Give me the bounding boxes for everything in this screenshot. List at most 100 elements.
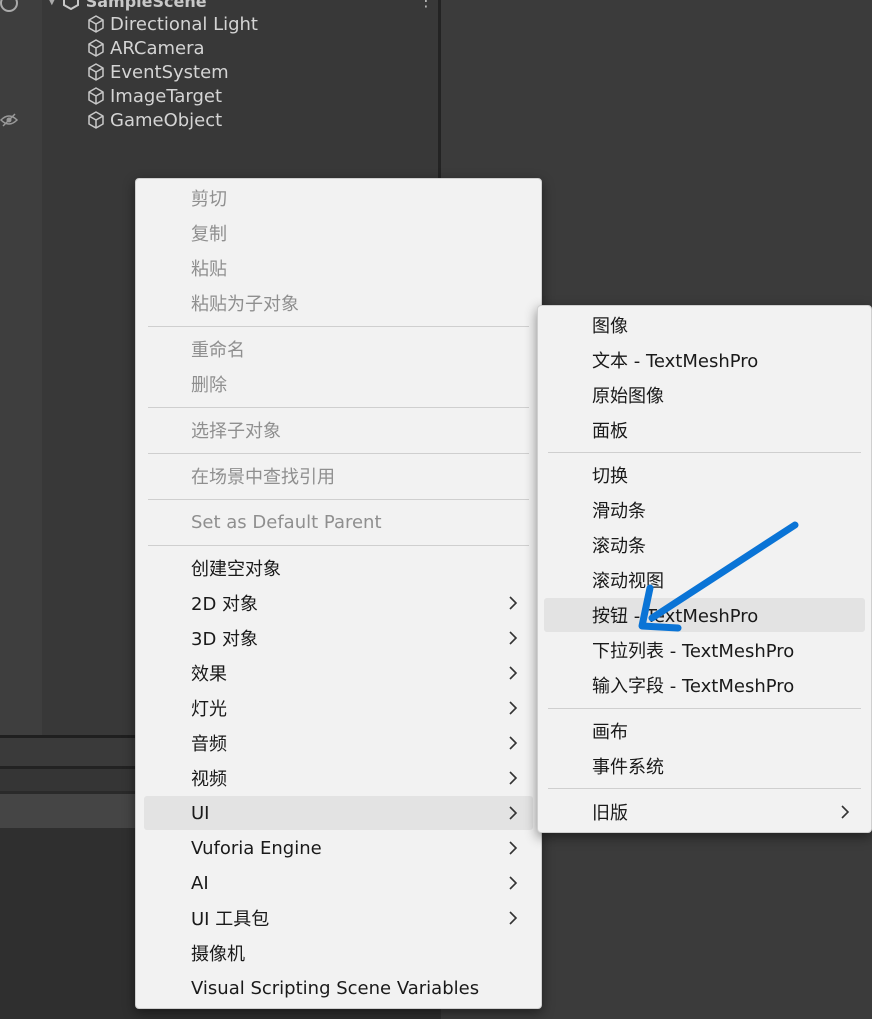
submenu-item-g2-3[interactable]: 滚动视图 xyxy=(544,563,865,597)
hierarchy-item[interactable]: ARCamera xyxy=(86,36,205,60)
submenu-item-g3-1[interactable]: 事件系统 xyxy=(544,749,865,783)
menu-item-label: 滚动条 xyxy=(592,536,646,557)
submenu-item-g1-2[interactable]: 原始图像 xyxy=(544,378,865,412)
menu-item-label: 画布 xyxy=(592,722,628,743)
menu-item-label: 3D 对象 xyxy=(191,629,259,650)
menu-item-label: AI xyxy=(191,872,209,894)
chevron-right-icon xyxy=(509,596,518,610)
menu-item-label: 切换 xyxy=(592,466,628,487)
menu-item-label: 面板 xyxy=(592,421,628,442)
submenu-item-g2-2[interactable]: 滚动条 xyxy=(544,528,865,562)
menu-item-label: 复制 xyxy=(191,224,227,245)
hierarchy-item[interactable]: Directional Light xyxy=(86,12,258,36)
menu-item-create-6[interactable]: 视频 xyxy=(144,761,533,795)
menu-item-create-ai[interactable]: AI xyxy=(144,866,533,900)
menu-item-g2-1: 删除 xyxy=(144,367,533,401)
chevron-right-icon xyxy=(509,666,518,680)
submenu-item-g2-0[interactable]: 切换 xyxy=(544,458,865,492)
menu-item-label: 图像 xyxy=(592,316,628,337)
menu-item-label: 灯光 xyxy=(191,699,227,720)
menu-separator xyxy=(548,708,861,709)
menu-item-1: 复制 xyxy=(144,216,533,250)
menu-item-create-3d[interactable]: 3D 对象 xyxy=(144,621,533,655)
menu-item-label: 原始图像 xyxy=(592,386,664,407)
collapse-triangle-icon[interactable]: ▼ xyxy=(48,0,56,7)
menu-item-create-ui[interactable]: UI 工具包 xyxy=(144,901,533,935)
menu-item-label: 效果 xyxy=(191,664,227,685)
menu-item-create-4[interactable]: 灯光 xyxy=(144,691,533,725)
submenu-item-legacy[interactable]: 旧版 xyxy=(544,795,865,829)
menu-item-label: 选择子对象 xyxy=(191,421,281,442)
scene-options-icon[interactable]: ⋮ xyxy=(418,0,434,9)
menu-item-create-2d[interactable]: 2D 对象 xyxy=(144,586,533,620)
gameobject-cube-icon xyxy=(88,87,104,105)
menu-separator xyxy=(548,452,861,453)
menu-item-label: UI 工具包 xyxy=(191,909,270,930)
menu-item-label: 2D 对象 xyxy=(191,594,259,615)
submenu-item-g2-4[interactable]: 按钮 - TextMeshPro xyxy=(544,598,865,632)
menu-item-g2-0: 重命名 xyxy=(144,332,533,366)
menu-item-label: 音频 xyxy=(191,734,227,755)
menu-separator xyxy=(548,788,861,789)
chevron-right-icon xyxy=(509,841,518,855)
menu-item-label: Set as Default Parent xyxy=(191,511,382,533)
chevron-right-icon xyxy=(509,911,518,925)
hidden-eye-icon[interactable] xyxy=(0,111,18,129)
menu-item-label: 剪切 xyxy=(191,189,227,210)
gameobject-cube-icon xyxy=(88,15,104,33)
submenu-item-g2-1[interactable]: 滑动条 xyxy=(544,493,865,527)
menu-item-select-children: 选择子对象 xyxy=(144,413,533,447)
chevron-right-icon xyxy=(509,806,518,820)
submenu-item-g2-5[interactable]: 下拉列表 - TextMeshPro xyxy=(544,633,865,667)
hierarchy-item[interactable]: ImageTarget xyxy=(86,84,222,108)
menu-item-label: UI xyxy=(191,802,210,824)
hierarchy-item-label: EventSystem xyxy=(110,61,229,83)
menu-item-label: 事件系统 xyxy=(592,757,664,778)
menu-item-label: 粘贴为子对象 xyxy=(191,294,299,315)
menu-item-label: 删除 xyxy=(191,375,227,396)
hierarchy-item-label: Directional Light xyxy=(110,13,258,35)
chevron-right-icon xyxy=(509,736,518,750)
gameobject-cube-icon xyxy=(88,39,104,57)
menu-item-label: 重命名 xyxy=(191,340,245,361)
scene-name: SampleScene xyxy=(85,0,207,11)
menu-item-3: 粘贴为子对象 xyxy=(144,286,533,320)
menu-item-label: 滑动条 xyxy=(592,501,646,522)
menu-separator xyxy=(148,499,529,500)
menu-item-set-default-parent: Set as Default Parent xyxy=(144,505,533,539)
menu-item-create-5[interactable]: 音频 xyxy=(144,726,533,760)
submenu-item-g1-1[interactable]: 文本 - TextMeshPro xyxy=(544,343,865,377)
menu-item-label: Visual Scripting Scene Variables xyxy=(191,977,480,999)
menu-item-label: 下拉列表 - TextMeshPro xyxy=(592,641,795,662)
chevron-right-icon xyxy=(509,631,518,645)
menu-separator xyxy=(148,407,529,408)
menu-item-create-3[interactable]: 效果 xyxy=(144,656,533,690)
chevron-right-icon xyxy=(841,805,850,819)
hierarchy-item[interactable]: EventSystem xyxy=(86,60,229,84)
submenu-item-g3-0[interactable]: 画布 xyxy=(544,714,865,748)
submenu-item-g1-0[interactable]: 图像 xyxy=(544,308,865,342)
menu-item-label: Vuforia Engine xyxy=(191,837,322,859)
menu-item-create-ui[interactable]: UI xyxy=(144,796,533,830)
hierarchy-item-label: ARCamera xyxy=(110,37,205,59)
hierarchy-item-label: ImageTarget xyxy=(110,85,223,107)
submenu-item-g2-6[interactable]: 输入字段 - TextMeshPro xyxy=(544,668,865,702)
menu-item-label: 文本 - TextMeshPro xyxy=(592,351,759,372)
menu-item-create-vuforia-engine[interactable]: Vuforia Engine xyxy=(144,831,533,865)
menu-item-label: 滚动视图 xyxy=(592,571,664,592)
scene-header[interactable]: ▼ SampleScene xyxy=(48,0,207,11)
menu-item-label: 输入字段 - TextMeshPro xyxy=(592,676,795,697)
gameobject-cube-icon xyxy=(88,63,104,81)
chevron-right-icon xyxy=(509,771,518,785)
menu-item-create-11[interactable]: 摄像机 xyxy=(144,936,533,970)
ui-submenu: 图像文本 - TextMeshPro 原始图像面板切换滑动条滚动条滚动视图按钮 -… xyxy=(537,305,872,833)
hierarchy-item[interactable]: GameObject xyxy=(86,108,222,132)
menu-item-create-0[interactable]: 创建空对象 xyxy=(144,551,533,585)
menu-item-label: 粘贴 xyxy=(191,259,227,280)
menu-item-label: 旧版 xyxy=(592,803,628,824)
menu-item-label: 在场景中查找引用 xyxy=(191,467,335,488)
menu-item-create-visual-scripting-scene-variables[interactable]: Visual Scripting Scene Variables xyxy=(144,971,533,1005)
hierarchy-context-menu: 剪切复制粘贴粘贴为子对象 重命名删除选择子对象在场景中查找引用 Set as Def… xyxy=(135,178,542,1009)
menu-separator xyxy=(148,453,529,454)
submenu-item-g1-3[interactable]: 面板 xyxy=(544,413,865,447)
